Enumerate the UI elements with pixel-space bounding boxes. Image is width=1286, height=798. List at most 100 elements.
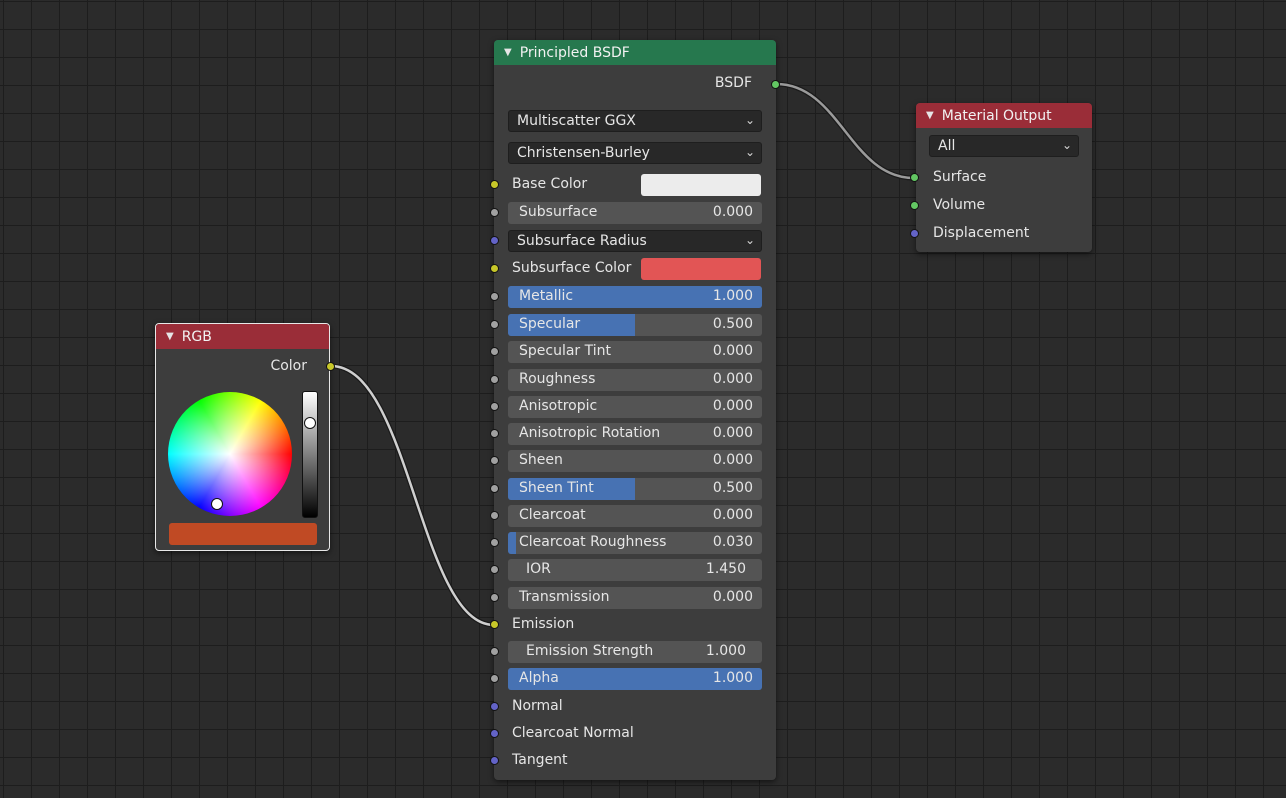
sheen-tint-socket[interactable] (490, 484, 499, 493)
material-output-header[interactable]: ▼ Material Output (916, 103, 1092, 128)
roughness-socket[interactable] (490, 375, 499, 384)
sheen-tint-field[interactable]: Sheen Tint 0.500 (508, 478, 762, 500)
ior-value: 1.450 (705, 561, 746, 577)
collapse-triangle-icon[interactable]: ▼ (926, 110, 934, 121)
collapse-triangle-icon[interactable]: ▼ (504, 47, 512, 58)
ior-socket[interactable] (490, 565, 499, 574)
node-title: Material Output (941, 107, 1052, 124)
clearcoat-roughness-fill (508, 532, 516, 554)
roughness-field[interactable]: Roughness 0.000 (508, 369, 762, 391)
surface-socket[interactable] (910, 173, 919, 182)
subsurface-value: 0.000 (712, 204, 753, 220)
distribution-value: Multiscatter GGX (517, 113, 636, 129)
color-output-label: Color (270, 358, 307, 374)
clearcoat-value: 0.000 (712, 507, 753, 523)
clearcoat-roughness-socket[interactable] (490, 538, 499, 547)
anisotropic-rotation-label: Anisotropic Rotation (519, 425, 661, 441)
link-color-to-emission-inner (330, 364, 495, 627)
ior-field[interactable]: IOR 1.450 (508, 559, 762, 581)
bsdf-output-socket[interactable] (771, 80, 780, 89)
transmission-field[interactable]: Transmission 0.000 (508, 587, 762, 609)
volume-socket[interactable] (910, 201, 919, 210)
anisotropic-rotation-socket[interactable] (490, 429, 499, 438)
target-value: All (938, 138, 956, 154)
subsurface-field[interactable]: Subsurface 0.000 (508, 202, 762, 224)
anisotropic-rotation-field[interactable]: Anisotropic Rotation 0.000 (508, 423, 762, 445)
ior-label: IOR (526, 561, 551, 577)
metallic-socket[interactable] (490, 292, 499, 301)
subsurface-method-value: Christensen-Burley (517, 145, 650, 161)
collapse-triangle-icon[interactable]: ▼ (166, 331, 174, 342)
roughness-value: 0.000 (712, 371, 753, 387)
value-slider[interactable] (302, 391, 318, 518)
clearcoat-roughness-field[interactable]: Clearcoat Roughness 0.030 (508, 532, 762, 554)
material-output-node[interactable]: ▼ Material Output All ⌄ Surface Volume Dis… (910, 103, 1092, 252)
sheen-socket[interactable] (490, 456, 499, 465)
specular-socket[interactable] (490, 320, 499, 329)
subsurface-radius-label: Subsurface Radius (517, 233, 647, 249)
anisotropic-value: 0.000 (712, 398, 753, 414)
emission-socket[interactable] (490, 620, 499, 629)
value-slider-handle[interactable] (304, 416, 316, 429)
clearcoat-field[interactable]: Clearcoat 0.000 (508, 505, 762, 527)
rgb-header[interactable]: ▼ RGB (156, 324, 329, 349)
emission-strength-label: Emission Strength (526, 643, 654, 659)
base-color-socket[interactable] (490, 180, 499, 189)
chevron-down-icon: ⌄ (744, 113, 755, 127)
principled-bsdf-header[interactable]: ▼ Principled BSDF (494, 40, 776, 65)
clearcoat-normal-label: Clearcoat Normal (512, 725, 634, 741)
transmission-socket[interactable] (490, 593, 499, 602)
subsurface-radius-socket[interactable] (490, 236, 499, 245)
base-color-swatch[interactable] (641, 174, 761, 196)
displacement-socket[interactable] (910, 229, 919, 238)
clearcoat-roughness-value: 0.030 (712, 534, 753, 550)
clearcoat-roughness-label: Clearcoat Roughness (519, 534, 667, 550)
anisotropic-label: Anisotropic (519, 398, 598, 414)
roughness-label: Roughness (519, 371, 596, 387)
link-bsdf-to-surface-inner (775, 82, 915, 180)
base-color-label: Base Color (512, 176, 588, 192)
sheen-field[interactable]: Sheen 0.000 (508, 450, 762, 472)
rgb-node[interactable]: ▼ RGB Color (155, 323, 335, 551)
volume-label: Volume (933, 197, 986, 213)
alpha-socket[interactable] (490, 674, 499, 683)
link-bsdf-to-surface (775, 81, 915, 181)
normal-socket[interactable] (490, 702, 499, 711)
tangent-socket[interactable] (490, 756, 499, 765)
subsurface-socket[interactable] (490, 208, 499, 217)
alpha-field[interactable]: Alpha 1.000 (508, 668, 762, 690)
specular-tint-socket[interactable] (490, 347, 499, 356)
anisotropic-rotation-value: 0.000 (712, 425, 753, 441)
anisotropic-field[interactable]: Anisotropic 0.000 (508, 396, 762, 418)
sheen-tint-label: Sheen Tint (519, 480, 594, 496)
metallic-field[interactable]: Metallic 1.000 (508, 286, 762, 308)
emission-strength-socket[interactable] (490, 647, 499, 656)
color-picker-cursor[interactable] (211, 498, 223, 510)
alpha-label: Alpha (519, 670, 559, 686)
clearcoat-socket[interactable] (490, 511, 499, 520)
subsurface-method-dropdown[interactable]: Christensen-Burley ⌄ (508, 142, 762, 164)
specular-tint-field[interactable]: Specular Tint 0.000 (508, 341, 762, 363)
distribution-dropdown[interactable]: Multiscatter GGX ⌄ (508, 110, 762, 132)
specular-label: Specular (519, 316, 581, 332)
normal-label: Normal (512, 698, 563, 714)
anisotropic-socket[interactable] (490, 402, 499, 411)
metallic-label: Metallic (519, 288, 574, 304)
color-wheel[interactable] (168, 392, 292, 516)
emission-strength-field[interactable]: Emission Strength 1.000 (508, 641, 762, 663)
specular-tint-value: 0.000 (712, 343, 753, 359)
specular-field[interactable]: Specular 0.500 (508, 314, 762, 336)
subsurface-radius-dropdown[interactable]: Subsurface Radius ⌄ (508, 230, 762, 252)
rgb-color-swatch[interactable] (169, 523, 317, 545)
tangent-label: Tangent (512, 752, 568, 768)
clearcoat-normal-socket[interactable] (490, 729, 499, 738)
sheen-label: Sheen (519, 452, 563, 468)
target-dropdown[interactable]: All ⌄ (929, 135, 1079, 157)
color-output-socket[interactable] (326, 362, 335, 371)
subsurface-color-socket[interactable] (490, 264, 499, 273)
subsurface-color-swatch[interactable] (641, 258, 761, 280)
node-title: RGB (181, 328, 212, 345)
principled-bsdf-node[interactable]: ▼ Principled BSDF BSDF Multiscatter GGX … (490, 40, 780, 780)
transmission-value: 0.000 (712, 589, 753, 605)
subsurface-label: Subsurface (519, 204, 598, 220)
